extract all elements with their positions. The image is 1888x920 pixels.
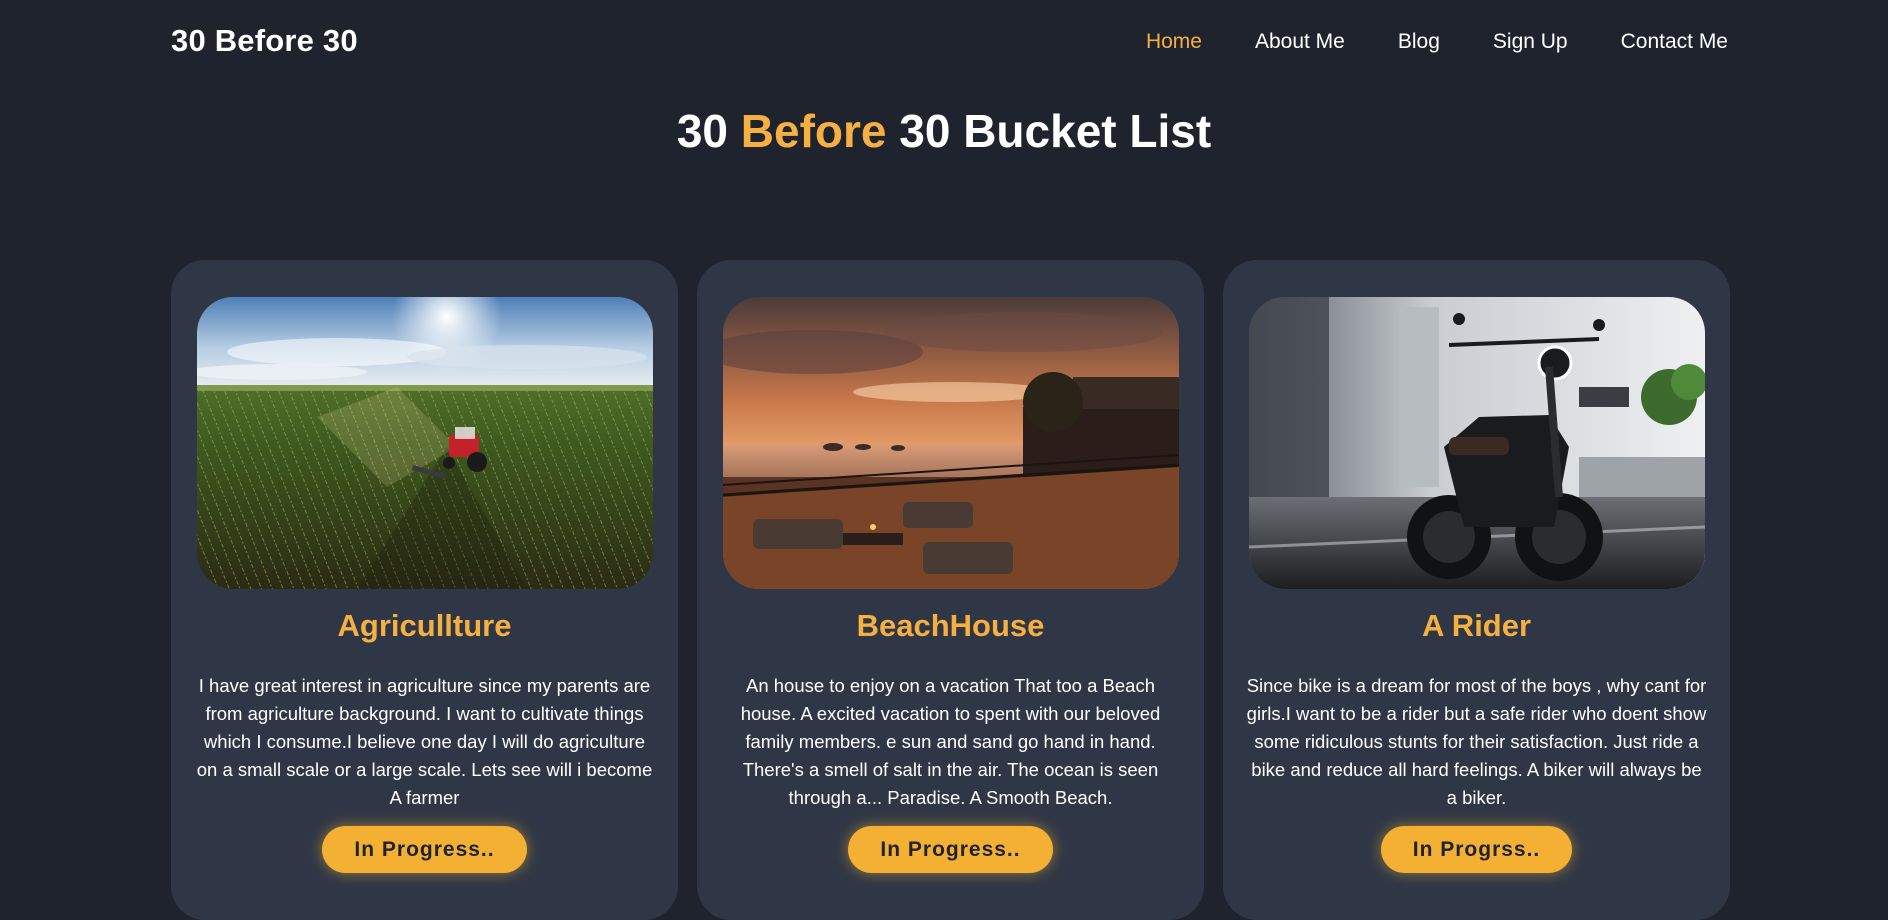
- nav-signup-link[interactable]: Sign Up: [1493, 30, 1568, 54]
- page-title: 30 Before 30 Bucket List: [0, 104, 1888, 158]
- nav-contact-link[interactable]: Contact Me: [1621, 30, 1728, 54]
- card-description: I have great interest in agriculture sin…: [196, 675, 653, 808]
- title-accent: Before: [740, 105, 887, 157]
- tractor-field-image: [196, 297, 653, 589]
- in-progress-button[interactable]: In Progress..: [322, 826, 527, 873]
- title-part-1: 30: [676, 105, 741, 157]
- title-part-2: 30 Bucket List: [886, 105, 1212, 157]
- nav-blog-link[interactable]: Blog: [1398, 30, 1440, 54]
- beach-house-sunset-image: [722, 297, 1179, 589]
- bucket-list-cards: Agricullture I have great interest in ag…: [171, 260, 1730, 920]
- nav-links: Home About Me Blog Sign Up Contact Me: [1093, 30, 1728, 54]
- card-title: A Rider: [1421, 608, 1532, 643]
- card-description: Since bike is a dream for most of the bo…: [1246, 675, 1707, 808]
- navbar: 30 Before 30 Home About Me Blog Sign Up …: [0, 0, 1888, 86]
- nav-home-link[interactable]: Home: [1146, 30, 1202, 54]
- nav-about-link[interactable]: About Me: [1255, 30, 1345, 54]
- card-title: Agricullture: [337, 608, 512, 643]
- card-description: An house to enjoy on a vacation That too…: [740, 675, 1161, 808]
- motorcycle-image: [1248, 297, 1705, 589]
- site-brand[interactable]: 30 Before 30: [171, 23, 358, 59]
- card-title: BeachHouse: [856, 608, 1045, 643]
- card-beachhouse: BeachHouse An house to enjoy on a vacati…: [697, 260, 1204, 920]
- in-progress-button[interactable]: In Progress..: [848, 826, 1053, 873]
- in-progress-button[interactable]: In Progrss..: [1380, 826, 1573, 873]
- card-agriculture: Agricullture I have great interest in ag…: [171, 260, 678, 920]
- card-rider: A Rider Since bike is a dream for most o…: [1223, 260, 1730, 920]
